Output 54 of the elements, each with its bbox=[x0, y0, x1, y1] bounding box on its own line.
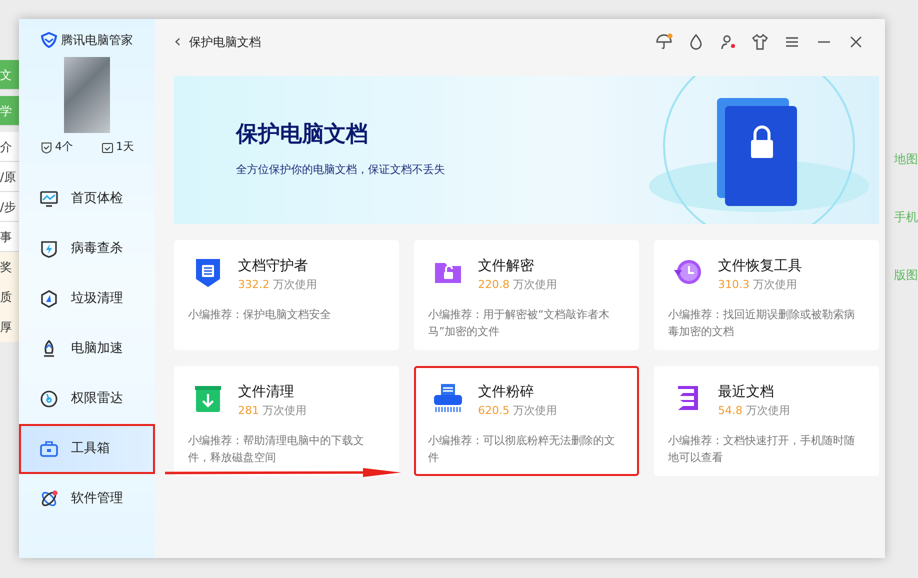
tool-card[interactable]: 文件粉碎 620.5 万次使用 小编推荐：可以彻底粉粹无法删除的文件 bbox=[414, 366, 639, 476]
usage-count: 620.5 万次使用 bbox=[478, 403, 557, 419]
nav-item[interactable]: 工具箱 bbox=[19, 424, 155, 474]
tool-card[interactable]: 文件清理 281 万次使用 小编推荐：帮助清理电脑中的下载文件，释放磁盘空间 bbox=[174, 366, 399, 476]
usage-count: 54.8 万次使用 bbox=[718, 403, 790, 419]
tool-card[interactable]: 文件恢复工具 310.3 万次使用 小编推荐：找回近期误删除或被勒索病毒加密的文档 bbox=[654, 240, 879, 350]
monitor-icon bbox=[39, 188, 59, 208]
usage-count: 281 万次使用 bbox=[238, 403, 306, 419]
tool-name: 文件清理 bbox=[238, 383, 295, 402]
tool-name: 文件解密 bbox=[478, 257, 535, 276]
shield-check-icon bbox=[40, 140, 53, 154]
tool-card[interactable]: 最近文档 54.8 万次使用 小编推荐：文档快速打开，手机随时随地可以查看 bbox=[654, 366, 879, 476]
usage-count: 220.8 万次使用 bbox=[478, 277, 557, 293]
usage-count: 332.2 万次使用 bbox=[238, 277, 317, 293]
shield-bolt-icon bbox=[39, 238, 59, 258]
nav-item[interactable]: 电脑加速 bbox=[19, 324, 155, 374]
toolbox-icon bbox=[39, 438, 59, 458]
tool-description: 小编推荐：帮助清理电脑中的下载文件，释放磁盘空间 bbox=[188, 432, 365, 466]
nav-item[interactable]: 病毒查杀 bbox=[19, 224, 155, 274]
tool-description: 小编推荐：用于解密被“文档敲诈者木马”加密的文件 bbox=[428, 306, 611, 340]
tshirt-icon[interactable] bbox=[751, 33, 769, 51]
page-title: 保护电脑文档 bbox=[189, 34, 262, 51]
tool-description: 小编推荐：可以彻底粉粹无法删除的文件 bbox=[428, 432, 616, 466]
calendar-check-icon bbox=[101, 140, 114, 154]
nav-item[interactable]: 垃圾清理 bbox=[19, 274, 155, 324]
tool-description: 小编推荐：保护电脑文档安全 bbox=[188, 306, 332, 322]
nav-item[interactable]: 软件管理 bbox=[19, 474, 155, 524]
tool-name: 文件粉碎 bbox=[478, 383, 535, 402]
usage-count: 310.3 万次使用 bbox=[718, 277, 798, 293]
banner-subtitle: 全方位保护你的电脑文档，保证文档不丢失 bbox=[236, 162, 445, 178]
tool-description: 小编推荐：找回近期误删除或被勒索病毒加密的文档 bbox=[668, 306, 856, 340]
shredder-icon bbox=[432, 382, 464, 414]
page-text: 版图 bbox=[894, 267, 918, 284]
tool-name: 文件恢复工具 bbox=[718, 257, 802, 276]
nav-item[interactable]: 首页体检 bbox=[19, 174, 155, 224]
tool-card[interactable]: 文件解密 220.8 万次使用 小编推荐：用于解密被“文档敲诈者木马”加密的文件 bbox=[414, 240, 639, 350]
stat-text: 1天 bbox=[116, 139, 134, 155]
tool-description: 小编推荐：文档快速打开，手机随时随地可以查看 bbox=[668, 432, 856, 466]
tool-name: 文档守护者 bbox=[238, 257, 309, 276]
stat-text: 4个 bbox=[55, 139, 73, 155]
tool-card[interactable]: 文档守护者 332.2 万次使用 小编推荐：保护电脑文档安全 bbox=[174, 240, 399, 350]
shield-logo-icon bbox=[41, 32, 57, 48]
page-text: 地图 bbox=[894, 151, 918, 168]
apps-icon bbox=[39, 488, 59, 508]
banner-title: 保护电脑文档 bbox=[236, 122, 369, 148]
back-button[interactable]: ‹ bbox=[174, 33, 182, 51]
umbrella-icon[interactable] bbox=[655, 33, 673, 51]
user-icon[interactable] bbox=[719, 33, 737, 51]
nav-item[interactable]: 权限雷达 bbox=[19, 374, 155, 424]
radar-icon bbox=[39, 388, 59, 408]
app-name: 腾讯电脑管家 bbox=[61, 32, 133, 49]
tool-name: 最近文档 bbox=[718, 383, 775, 402]
page-text: 手机 bbox=[894, 209, 918, 226]
hexagon-icon bbox=[39, 288, 59, 308]
